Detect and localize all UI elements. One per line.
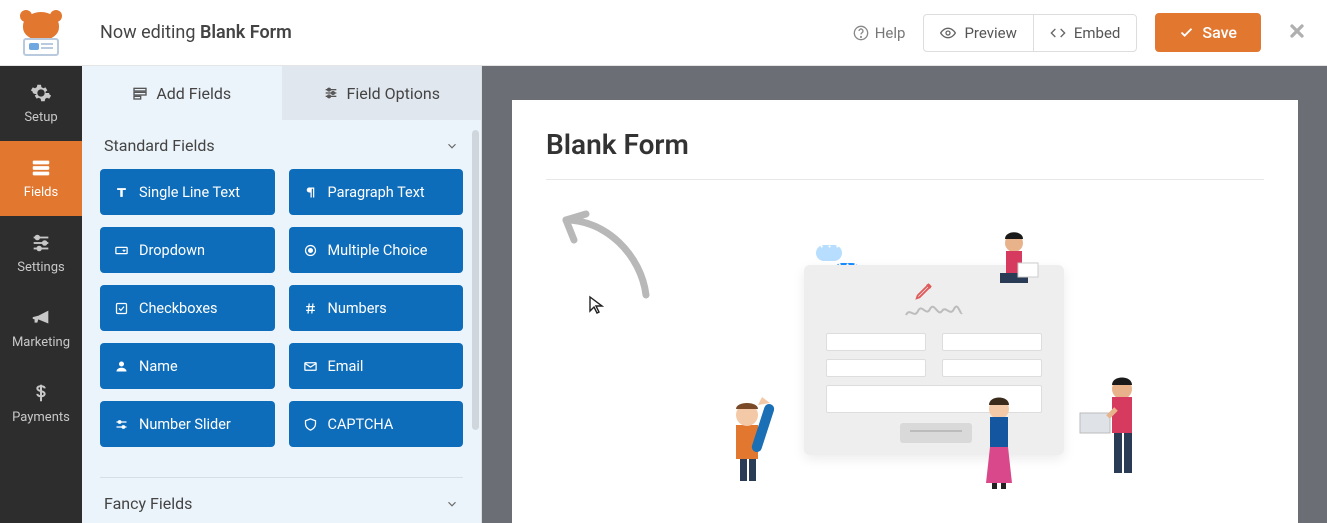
close-button[interactable]	[1279, 18, 1307, 48]
preview-button[interactable]: Preview	[924, 15, 1032, 51]
tab-add-fields[interactable]: Add Fields	[82, 66, 282, 120]
paragraph-icon	[303, 185, 318, 200]
field-name[interactable]: Name	[100, 343, 275, 389]
rail-setup[interactable]: Setup	[0, 66, 82, 141]
check-icon	[1179, 25, 1194, 40]
rail-payments[interactable]: Payments	[0, 366, 82, 441]
embed-label: Embed	[1074, 24, 1121, 42]
mail-icon	[303, 359, 318, 374]
save-button[interactable]: Save	[1155, 13, 1261, 52]
field-label: Paragraph Text	[328, 184, 425, 201]
field-single-line-text[interactable]: Single Line Text	[100, 169, 275, 215]
panel-scrollbar[interactable]	[472, 130, 479, 430]
slider-icon	[114, 417, 129, 432]
field-number-slider[interactable]: Number Slider	[100, 401, 275, 447]
form-icon	[30, 157, 52, 179]
canvas-title: Blank Form	[546, 128, 1264, 180]
field-multiple-choice[interactable]: Multiple Choice	[289, 227, 464, 273]
field-label: Single Line Text	[139, 184, 240, 201]
field-label: Checkboxes	[139, 300, 218, 317]
form-name[interactable]: Blank Form	[200, 22, 292, 43]
cursor-icon	[588, 295, 604, 320]
field-email[interactable]: Email	[289, 343, 464, 389]
canvas-wrap: Blank Form	[482, 66, 1327, 523]
tab-options-label: Field Options	[347, 84, 440, 103]
field-label: Numbers	[328, 300, 387, 317]
radio-icon	[303, 243, 318, 258]
rail-marketing-label: Marketing	[12, 335, 70, 350]
preview-embed-group: Preview Embed	[923, 14, 1137, 52]
rail-marketing[interactable]: Marketing	[0, 291, 82, 366]
field-captcha[interactable]: CAPTCHA	[289, 401, 464, 447]
sliders-icon	[30, 232, 52, 254]
field-label: Number Slider	[139, 416, 231, 433]
embed-button[interactable]: Embed	[1033, 15, 1137, 51]
preview-label: Preview	[964, 24, 1016, 42]
chevron-down-icon	[445, 497, 459, 511]
tab-field-options[interactable]: Field Options	[282, 66, 482, 120]
empty-state-illustration	[742, 245, 1162, 485]
top-bar: Now editing Blank Form Help Preview Embe…	[0, 0, 1327, 66]
options-icon	[323, 85, 339, 101]
close-icon	[1287, 21, 1307, 41]
rail-settings-label: Settings	[17, 260, 64, 275]
rail-settings[interactable]: Settings	[0, 216, 82, 291]
field-label: Multiple Choice	[328, 242, 428, 259]
text-icon	[114, 185, 129, 200]
rail-fields[interactable]: Fields	[0, 141, 82, 216]
field-label: Email	[328, 358, 364, 375]
gear-icon	[30, 82, 52, 104]
rail-fields-label: Fields	[24, 185, 58, 200]
code-icon	[1050, 25, 1066, 41]
section-standard[interactable]: Standard Fields	[100, 120, 463, 169]
help-label: Help	[875, 24, 906, 42]
save-label: Save	[1202, 23, 1237, 42]
megaphone-icon	[30, 307, 52, 329]
field-label: Dropdown	[139, 242, 205, 259]
field-label: CAPTCHA	[328, 416, 394, 433]
help-link[interactable]: Help	[853, 24, 906, 42]
editing-prefix: Now editing	[100, 22, 200, 43]
panel-body[interactable]: Standard Fields Single Line Text Paragra…	[82, 120, 481, 523]
page-title: Now editing Blank Form	[82, 22, 853, 43]
eye-icon	[940, 25, 956, 41]
left-rail: Setup Fields Settings Marketing Payments	[0, 66, 82, 523]
logo[interactable]	[0, 10, 82, 56]
field-paragraph-text[interactable]: Paragraph Text	[289, 169, 464, 215]
main-area: Setup Fields Settings Marketing Payments…	[0, 66, 1327, 523]
dollar-icon	[30, 382, 52, 404]
tab-add-label: Add Fields	[156, 84, 231, 103]
panel-tabs: Add Fields Field Options	[82, 66, 481, 120]
section-fancy-label: Fancy Fields	[104, 494, 192, 513]
rail-payments-label: Payments	[12, 410, 70, 425]
user-icon	[114, 359, 129, 374]
form-canvas[interactable]: Blank Form	[512, 100, 1298, 523]
rail-setup-label: Setup	[24, 110, 57, 125]
section-fancy[interactable]: Fancy Fields	[100, 477, 463, 523]
field-dropdown[interactable]: Dropdown	[100, 227, 275, 273]
fields-panel: Add Fields Field Options Standard Fields…	[82, 66, 482, 523]
field-checkboxes[interactable]: Checkboxes	[100, 285, 275, 331]
arrow-hint-icon	[546, 200, 666, 320]
section-standard-label: Standard Fields	[104, 136, 215, 155]
chevron-down-icon	[445, 139, 459, 153]
shield-icon	[303, 417, 318, 432]
field-numbers[interactable]: Numbers	[289, 285, 464, 331]
hash-icon	[303, 301, 318, 316]
dropdown-icon	[114, 243, 129, 258]
field-label: Name	[139, 358, 178, 375]
help-icon	[853, 25, 869, 41]
add-fields-icon	[132, 85, 148, 101]
checkbox-icon	[114, 301, 129, 316]
standard-field-grid: Single Line Text Paragraph Text Dropdown…	[100, 169, 463, 467]
